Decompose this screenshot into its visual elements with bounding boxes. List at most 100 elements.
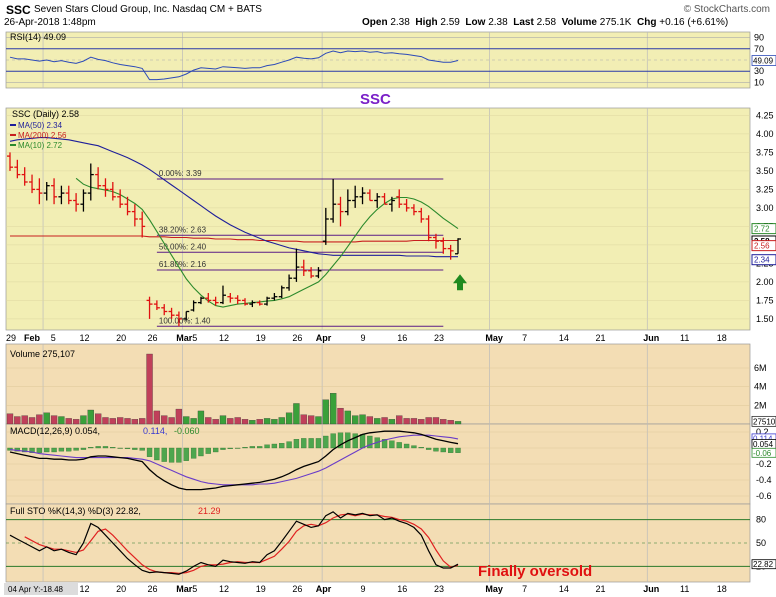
axis-bottom-label-19: 18 [717,584,727,594]
price-tick-3.00: 3.00 [756,203,774,213]
macd-hist-bar-28 [212,447,219,453]
macd-hist-bar-38 [286,441,292,449]
volume-bar-19 [146,353,153,425]
macd-tick--0.6: -0.6 [756,491,772,501]
axis-top-label-6: Mar [176,333,193,343]
axis-bottom-label-1: 12 [79,584,89,594]
price-tag-2: 2.56 [754,242,770,251]
macd-tag-2: -0.06 [753,449,772,458]
macd-hist-bar-60 [448,447,454,453]
macd-hist-bar-33 [249,446,256,449]
price-tag-3: 2.34 [754,256,770,265]
macd-hist-bar-30 [227,447,233,449]
rsi-tick-10: 10 [754,77,764,87]
volume-bar-18 [139,418,146,425]
axis-top-label-18: 21 [596,333,606,343]
price-tick-3.50: 3.50 [756,166,774,176]
volume-bar-6 [50,415,58,425]
axis-top-label-17: 14 [559,333,569,343]
price-tick-1.75: 1.75 [756,295,774,305]
price-tick-2.00: 2.00 [756,277,774,287]
macd-hist-bar-49 [367,435,373,449]
macd-hist-bar-7 [58,447,65,452]
volume-bar-38 [285,412,293,425]
price-tick-1.50: 1.50 [756,314,774,324]
volume-bar-35 [263,418,271,425]
volume-bar-26 [197,410,205,425]
macd-hist-bar-58 [433,447,439,452]
macd-hist-bar-34 [257,446,263,449]
axis-top-label-12: 9 [361,333,366,343]
volume-bar-28 [212,419,219,425]
volume-bar-10 [80,415,87,425]
macd-hist-bar-40 [301,438,307,449]
ma50-legend: MA(50) 2.34 [18,121,63,130]
macd-hist-bar-9 [73,447,79,451]
ssc-annotation: SSC [360,91,391,108]
macd-hist-bar-54 [403,443,410,449]
volume-bar-58 [432,417,440,425]
volume-bar-49 [366,416,374,425]
price-tick-4.00: 4.00 [756,129,774,139]
axis-top-label-10: 26 [292,333,302,343]
volume-bar-40 [300,414,307,425]
volume-bar-43 [322,399,329,425]
axis-bottom-label-4: Mar [176,584,193,594]
volume-bar-53 [396,415,403,425]
vol-tick-1: 4M [754,382,767,392]
volume-bar-54 [403,418,410,425]
volume-bar-61 [454,421,462,425]
volume-bar-48 [359,414,366,425]
macd-hist-bar-47 [352,433,358,449]
volume-bar-34 [256,419,263,425]
macd-hist-bar-57 [425,447,432,450]
rsi-tick-30: 30 [754,66,764,76]
volume-bar-2 [21,415,28,425]
volume-bar-32 [241,419,249,425]
macd-hist-bar-12 [95,446,101,449]
axis-top-label-15: May [485,333,503,343]
volume-bar-41 [307,415,315,425]
macd-hist-bar-25 [190,447,197,459]
macd-hist-bar-55 [411,445,417,449]
axis-top-label-1: Feb [24,333,41,343]
panel-vol [5,343,751,425]
ma10-legend: MA(10) 2.72 [18,141,63,150]
macd-hist-bar-29 [220,447,226,450]
macd-hist-bar-26 [198,447,204,457]
volume-bar-1 [14,416,21,425]
macd-hist-bar-48 [359,434,366,449]
price-tick-4.25: 4.25 [756,110,774,120]
volume-bar-31 [234,417,241,425]
macd-legend-hist: -0.060 [174,426,200,436]
axis-bottom-label-3: 26 [148,584,158,594]
macd-hist-bar-42 [315,438,322,449]
volume-bar-9 [72,419,80,425]
axis-top-label-14: 23 [434,333,444,343]
volume-bar-20 [153,410,161,425]
axis-top-label-16: 7 [522,333,527,343]
macd-hist-bar-31 [235,447,241,449]
volume-bar-44 [329,393,337,425]
macd-tick--0.2: -0.2 [756,459,772,469]
volume-bar-12 [94,413,102,425]
axis-bottom-label-14: 7 [522,584,527,594]
axis-top-label-5: 26 [148,333,158,343]
volume-bar-0 [6,413,14,425]
price-tag-0: 2.72 [754,225,770,234]
stock-chart[interactable]: 9070 50 3010 RSI(14) 49.09 49.09 4.25 4.00 3.75… [0,0,776,597]
rsi-tag: 49.09 [753,57,774,66]
sto-legend-main: Full STO %K(14,3) %D(3) 22.82, [10,506,141,516]
macd-tag-1: 0.054 [753,440,774,449]
macd-hist-bar-6 [51,447,57,453]
vol-tick-0: 6M [754,363,767,373]
sto-legend-d: 21.29 [198,506,221,516]
volume-bar-23 [175,408,183,425]
axis-top-label-7: 5 [192,333,197,343]
volume-bar-50 [374,418,381,425]
macd-hist-bar-43 [323,435,329,449]
axis-bottom-label-6: 12 [219,584,229,594]
axis-bottom-label-0: 04 Apr Y:-18.48 [8,585,64,594]
volume-bar-3 [28,417,36,425]
volume-bar-57 [425,417,432,425]
